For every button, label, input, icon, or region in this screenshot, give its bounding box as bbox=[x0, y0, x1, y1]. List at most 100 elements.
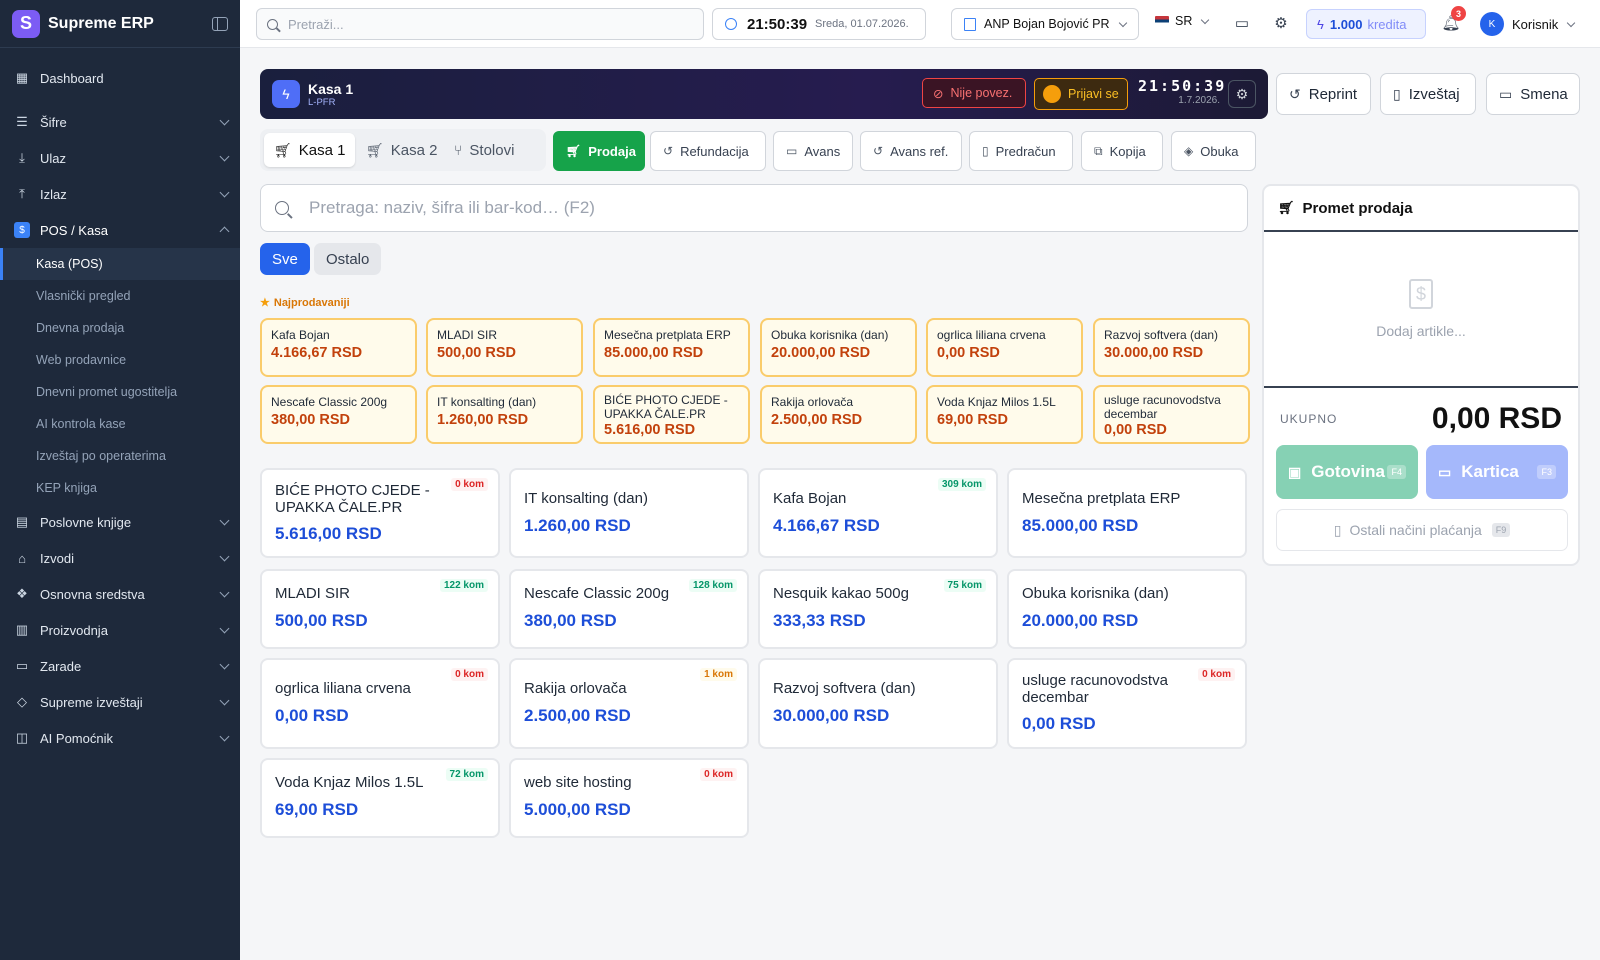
receipt-icon: ▯ bbox=[1333, 521, 1342, 538]
pay-card-button[interactable]: ▭ Kartica F3 bbox=[1426, 445, 1568, 499]
sidebar-item-izvodi[interactable]: ⌂ Izvodi bbox=[0, 540, 240, 576]
bestseller-card[interactable]: ogrlica liliana crvena 0,00 RSD bbox=[926, 318, 1083, 377]
product-card[interactable]: Kafa Bojan 4.166,67 RSD 309 kom bbox=[758, 468, 998, 558]
product-card[interactable]: IT konsalting (dan) 1.260,00 RSD bbox=[509, 468, 749, 558]
bestseller-card[interactable]: Obuka korisnika (dan) 20.000,00 RSD bbox=[760, 318, 917, 377]
product-card[interactable]: Razvoj softvera (dan) 30.000,00 RSD bbox=[758, 658, 998, 749]
product-card[interactable]: BIĆE PHOTO CJEDE - UPAKKA ČALE.PR 5.616,0… bbox=[260, 468, 500, 558]
pay-cash-button[interactable]: ▣ Gotovina F4 bbox=[1276, 445, 1418, 499]
login-button[interactable]: Prijavi se bbox=[1034, 78, 1128, 110]
product-card[interactable]: Obuka korisnika (dan) 20.000,00 RSD bbox=[1007, 569, 1247, 649]
sidebar-subitem-kasa[interactable]: Kasa (POS) bbox=[0, 248, 240, 280]
sidebar-subitem-vlasnicki[interactable]: Vlasnički pregled bbox=[0, 280, 240, 312]
bestseller-card[interactable]: Voda Knjaz Milos 1.5L 69,00 RSD bbox=[926, 385, 1083, 444]
sidebar-item-ulaz[interactable]: ⤓ Ulaz bbox=[0, 140, 240, 176]
register-settings-icon[interactable]: ⚙ bbox=[1228, 80, 1256, 108]
operation-avans[interactable]: ▭ Avans bbox=[773, 131, 853, 171]
product-price: 1.260,00 RSD bbox=[524, 516, 631, 535]
sidebar-item-dashboard[interactable]: ▦ Dashboard bbox=[0, 56, 240, 100]
company-selector[interactable]: ANP Bojan Bojović PR bbox=[951, 8, 1139, 40]
global-search-input[interactable]: Pretraži... bbox=[256, 8, 704, 40]
product-card[interactable]: Mesečna pretplata ERP 85.000,00 RSD bbox=[1007, 468, 1247, 558]
report-label: Izveštaj bbox=[1408, 85, 1460, 103]
stock-badge: 0 kom bbox=[1198, 668, 1235, 681]
chevron-down-icon bbox=[1567, 18, 1576, 27]
product-search-input[interactable]: Pretraga: naziv, šifra ili bar-kod… (F2) bbox=[260, 184, 1248, 232]
bestseller-card[interactable]: MLADI SIR 500,00 RSD bbox=[426, 318, 583, 377]
product-card[interactable]: Nescafe Classic 200g 380,00 RSD 128 kom bbox=[509, 569, 749, 649]
operation-predracun[interactable]: ▯ Predračun bbox=[969, 131, 1073, 171]
other-payment-button[interactable]: ▯ Ostali načini plaćanja F9 bbox=[1276, 509, 1568, 551]
category-ostalo[interactable]: Ostalo bbox=[314, 243, 382, 275]
connection-status-badge[interactable]: ⊘ Nije povez. bbox=[922, 78, 1026, 108]
bestseller-card[interactable]: Nescafe Classic 200g 380,00 RSD bbox=[260, 385, 417, 444]
login-label: Prijavi se bbox=[1068, 87, 1119, 101]
dashboard-icon: ▦ bbox=[15, 70, 29, 85]
sidebar-subitem-web-prodavnice[interactable]: Web prodavnice bbox=[0, 344, 240, 376]
notification-badge: 3 bbox=[1451, 6, 1466, 21]
sidebar-item-poslovne-knjige[interactable]: ▤ Poslovne knjige bbox=[0, 504, 240, 540]
tab-label: Kasa 1 bbox=[298, 141, 346, 159]
settings-gear-icon[interactable]: ⚙ bbox=[1272, 14, 1290, 32]
search-icon bbox=[275, 201, 289, 215]
report-button[interactable]: ▯ Izveštaj bbox=[1380, 73, 1476, 115]
product-card[interactable]: usluge racunovodstva decembar 0,00 RSD 0 k… bbox=[1007, 658, 1247, 749]
product-price: 30.000,00 RSD bbox=[773, 706, 890, 725]
chevron-down-icon bbox=[219, 731, 230, 741]
language-selector[interactable]: SR bbox=[1155, 14, 1210, 28]
app-name: Supreme ERP bbox=[48, 14, 154, 32]
bestseller-card[interactable]: IT konsalting (dan) 1.260,00 RSD bbox=[426, 385, 583, 444]
sidebar-subitem-dnevna-prodaja[interactable]: Dnevna prodaja bbox=[0, 312, 240, 344]
shift-button[interactable]: ▭ Smena bbox=[1486, 73, 1580, 115]
operation-prodaja[interactable]: 🛒︎ Prodaja bbox=[553, 131, 645, 171]
bestseller-card[interactable]: Kafa Bojan 4.166,67 RSD bbox=[260, 318, 417, 377]
cart-icon: 🛒︎ bbox=[366, 141, 384, 158]
category-sve[interactable]: Sve bbox=[260, 243, 310, 275]
bestseller-card[interactable]: Mesečna pretplata ERP 85.000,00 RSD bbox=[593, 318, 750, 377]
operation-label: Avans bbox=[804, 143, 841, 159]
sidebar-item-sifre[interactable]: ☰ Šifre bbox=[0, 104, 240, 140]
product-card[interactable]: MLADI SIR 500,00 RSD 122 kom bbox=[260, 569, 500, 649]
current-date: Sreda, 01.07.2026. bbox=[815, 18, 909, 30]
tab-kasa-2[interactable]: 🛒︎ Kasa 2 bbox=[356, 133, 447, 167]
product-card[interactable]: Voda Knjaz Milos 1.5L 69,00 RSD 72 kom bbox=[260, 758, 500, 838]
sidebar-item-label: Osnovna sredstva bbox=[40, 586, 145, 602]
sidebar-item-pos[interactable]: $ POS / Kasa bbox=[0, 212, 240, 248]
sidebar-item-izlaz[interactable]: ⤒ Izlaz bbox=[0, 176, 240, 212]
bestseller-card[interactable]: Razvoj softvera (dan) 30.000,00 RSD bbox=[1093, 318, 1250, 377]
reprint-button[interactable]: ↺ Reprint bbox=[1276, 73, 1371, 115]
monitor-icon[interactable]: ▭ bbox=[1233, 14, 1251, 32]
sidebar-item-ai-pomocnik[interactable]: ◫ AI Pomoćnik bbox=[0, 720, 240, 756]
utensils-icon: ⑂ bbox=[454, 142, 463, 158]
sidebar-item-supreme-izvestaji[interactable]: ◇ Supreme izveštaji bbox=[0, 684, 240, 720]
copy-icon: ⧉ bbox=[1094, 143, 1103, 158]
bestseller-card[interactable]: Rakija orlovača 2.500,00 RSD bbox=[760, 385, 917, 444]
sidebar-subitem-dnevni-promet[interactable]: Dnevni promet ugostitelja bbox=[0, 376, 240, 408]
tab-kasa-1[interactable]: 🛒︎ Kasa 1 bbox=[264, 133, 356, 167]
bestseller-card[interactable]: BIĆE PHOTO CJEDE - UPAKKA ČALE.PR 5.616,0… bbox=[593, 385, 750, 444]
operation-refundacija[interactable]: ↺ Refundacija bbox=[650, 131, 766, 171]
tab-stolovi[interactable]: ⑂ Stolovi bbox=[444, 133, 524, 167]
bestseller-price: 30.000,00 RSD bbox=[1104, 345, 1204, 361]
product-card[interactable]: Rakija orlovača 2.500,00 RSD 1 kom bbox=[509, 658, 749, 749]
product-card[interactable]: ogrlica liliana crvena 0,00 RSD 0 kom bbox=[260, 658, 500, 749]
sidebar-item-osnovna-sredstva[interactable]: ❖ Osnovna sredstva bbox=[0, 576, 240, 612]
operation-kopija[interactable]: ⧉ Kopija bbox=[1081, 131, 1163, 171]
sidebar-item-proizvodnja[interactable]: ▥ Proizvodnja bbox=[0, 612, 240, 648]
sidebar-item-label: POS / Kasa bbox=[40, 222, 108, 238]
product-card[interactable]: Nesquik kakao 500g 333,33 RSD 75 kom bbox=[758, 569, 998, 649]
product-card[interactable]: web site hosting 5.000,00 RSD 0 kom bbox=[509, 758, 749, 838]
sidebar-item-zarade[interactable]: ▭ Zarade bbox=[0, 648, 240, 684]
credits-button[interactable]: ϟ 1.000 kredita bbox=[1306, 9, 1426, 39]
sidebar-subitem-izvestaj-operateri[interactable]: Izveštaj po operaterima bbox=[0, 440, 240, 472]
bestseller-price: 0,00 RSD bbox=[1104, 422, 1167, 438]
sidebar-subitem-ai-kontrola[interactable]: AI kontrola kase bbox=[0, 408, 240, 440]
sidebar-collapse-icon[interactable] bbox=[212, 16, 228, 31]
user-menu[interactable]: K Korisnik bbox=[1480, 12, 1576, 36]
credits-value: 1.000 bbox=[1329, 16, 1363, 32]
operation-avans-ref[interactable]: ↺ Avans ref. bbox=[860, 131, 962, 171]
sidebar-subitem-kep[interactable]: KEP knjiga bbox=[0, 472, 240, 504]
operation-obuka[interactable]: ◈ Obuka bbox=[1171, 131, 1256, 171]
bestseller-card[interactable]: usluge racunovodstva decembar 0,00 RSD bbox=[1093, 385, 1250, 444]
register-date: 1.7.2026. bbox=[1178, 95, 1220, 106]
